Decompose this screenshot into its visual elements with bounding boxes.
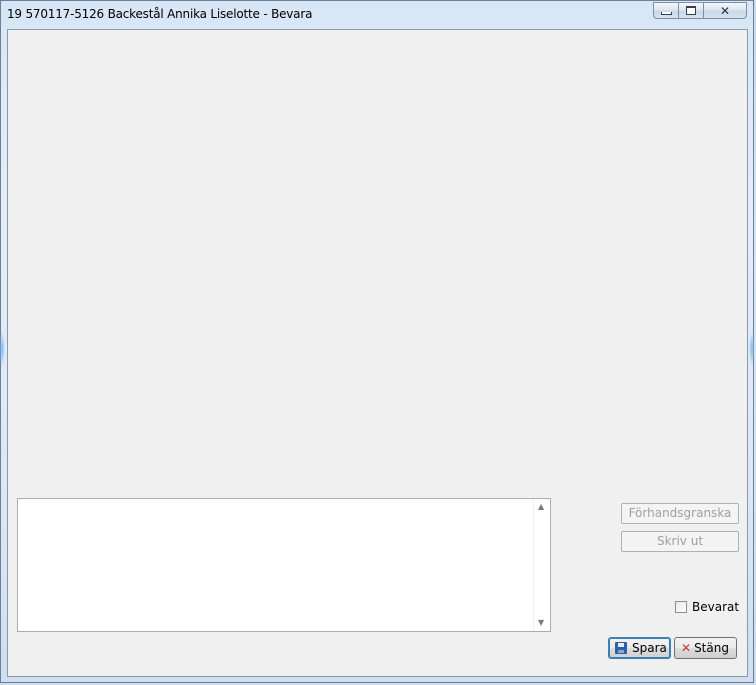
window-edge-glow-right [749, 331, 755, 367]
minimize-button[interactable] [653, 2, 679, 19]
bevarat-label: Bevarat [692, 600, 740, 614]
notes-textarea[interactable]: ▲ ▼ [17, 498, 551, 632]
bevarat-checkbox[interactable] [675, 601, 687, 613]
save-button-label: Spara [632, 641, 667, 655]
close-button[interactable]: ✕ Stäng [674, 637, 737, 659]
caption-buttons: ✕ [653, 2, 747, 19]
preview-button[interactable]: Förhandsgranska [621, 503, 739, 524]
minimize-icon [660, 12, 672, 15]
close-window-button[interactable]: ✕ [703, 2, 747, 19]
close-button-label: Stäng [694, 641, 729, 655]
close-icon: ✕ [719, 3, 731, 18]
close-x-icon: ✕ [681, 641, 692, 655]
client-area: ▲ ▼ Förhandsgranska Skriv ut Bevarat Spa… [7, 29, 748, 677]
maximize-icon [686, 6, 696, 15]
notes-scrollbar[interactable]: ▲ ▼ [533, 499, 550, 631]
save-button[interactable]: Spara [608, 637, 671, 659]
bevarat-checkbox-row[interactable]: Bevarat [675, 600, 739, 614]
print-button[interactable]: Skriv ut [621, 531, 739, 552]
floppy-disk-icon [615, 642, 627, 654]
scroll-up-icon[interactable]: ▲ [538, 503, 544, 511]
dialog-window: 19 570117-5126 Backestål Annika Liselott… [0, 0, 755, 683]
window-edge-glow-left [0, 331, 5, 367]
window-title: 19 570117-5126 Backestål Annika Liselott… [7, 7, 313, 21]
maximize-button[interactable] [678, 2, 704, 19]
scroll-down-icon[interactable]: ▼ [538, 619, 544, 627]
